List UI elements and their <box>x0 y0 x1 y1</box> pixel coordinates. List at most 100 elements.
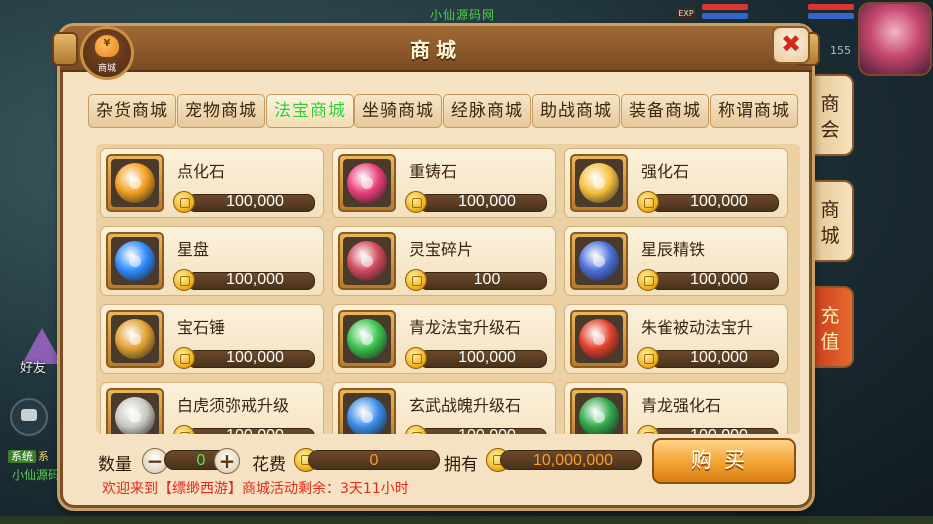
gem-core <box>593 411 605 423</box>
item-icon-frame <box>338 310 396 368</box>
item-icon-bg <box>343 393 391 434</box>
gold-coin-icon <box>405 347 427 369</box>
item-price: 100,000 <box>226 193 284 210</box>
item-icon-bg <box>111 237 159 285</box>
side-tab-mall[interactable]: 商 城 <box>808 180 854 262</box>
buy-button[interactable]: 购买 <box>652 438 796 484</box>
side-tab-guild-shop[interactable]: 商 会 <box>808 74 854 156</box>
item-icon-bg <box>575 159 623 207</box>
item-name: 青龙强化石 <box>641 396 722 415</box>
item-name: 灵宝碎片 <box>409 240 474 259</box>
gem-core <box>361 255 373 267</box>
gold-coin-icon <box>405 269 427 291</box>
item-name: 青龙法宝升级石 <box>409 318 522 337</box>
side-tab-recharge[interactable]: 充 值 <box>808 286 854 368</box>
item-icon-frame <box>570 232 628 290</box>
tab-grocery[interactable]: 杂货商城 <box>88 94 176 128</box>
tab-treasure[interactable]: 法宝商城 <box>266 94 354 128</box>
system-text: 系 <box>38 450 49 463</box>
shop-item[interactable]: 星盘 100,000 <box>100 226 324 296</box>
shop-item[interactable]: 白虎须弥戒升级 100,000 <box>100 382 324 434</box>
item-name: 宝石锤 <box>177 318 226 337</box>
green-dragon-stone-icon <box>579 397 619 434</box>
item-icon-frame <box>570 154 628 212</box>
tab-assist[interactable]: 助战商城 <box>532 94 620 128</box>
side-tab-label-2: 值 <box>820 331 840 353</box>
player-avatar[interactable] <box>858 2 932 76</box>
gem-core <box>593 255 605 267</box>
chongzhu-stone-icon <box>347 163 387 203</box>
item-price: 100,000 <box>690 193 748 210</box>
pet-hp-bar <box>808 4 854 10</box>
item-name: 玄武战魄升级石 <box>409 396 522 415</box>
item-price-bar: 100,000 <box>173 425 315 434</box>
window-title: 商城 <box>410 38 462 62</box>
chat-bubble-icon <box>21 409 37 421</box>
shop-item[interactable]: 玄武战魄升级石 100,000 <box>332 382 556 434</box>
item-name: 重铸石 <box>409 162 458 181</box>
item-icon-frame <box>106 154 164 212</box>
item-icon-frame <box>338 232 396 290</box>
item-price: 100,000 <box>661 425 777 434</box>
item-price-bar: 100 <box>405 269 547 291</box>
shop-item[interactable]: 重铸石 100,000 <box>332 148 556 218</box>
item-icon-bg <box>343 159 391 207</box>
item-price: 100,000 <box>226 349 284 366</box>
item-icon-bg <box>575 237 623 285</box>
item-icon-frame <box>106 310 164 368</box>
star-disc-icon <box>115 241 155 281</box>
red-phoenix-orb-icon <box>579 319 619 359</box>
shop-item[interactable]: 青龙强化石 100,000 <box>564 382 788 434</box>
side-tab-label-1: 商 <box>820 199 840 221</box>
item-price-bar: 100,000 <box>405 191 547 213</box>
item-price: 100 <box>473 271 501 288</box>
item-price-bar: 100,000 <box>637 191 779 213</box>
gem-core <box>129 255 141 267</box>
item-name: 星辰精铁 <box>641 240 706 259</box>
close-button[interactable]: ✖ <box>772 26 810 64</box>
item-price-bar: 100,000 <box>405 347 547 369</box>
side-tab-label-2: 会 <box>820 119 840 141</box>
shop-badge-label: 商城 <box>97 64 116 74</box>
tab-mount[interactable]: 坐骑商城 <box>354 94 442 128</box>
item-price: 100,000 <box>690 271 748 288</box>
item-price: 100,000 <box>429 425 545 434</box>
item-price-bar: 100,000 <box>637 425 779 434</box>
quantity-plus-button[interactable]: + <box>214 448 240 474</box>
event-notice: 欢迎来到【缥缈西游】商城活动剩余：3天11小时 <box>102 481 409 497</box>
item-icon-bg <box>111 315 159 363</box>
gem-core <box>593 177 605 189</box>
shop-item[interactable]: 朱雀被动法宝升 100,000 <box>564 304 788 374</box>
item-icon-bg <box>111 159 159 207</box>
shop-item[interactable]: 灵宝碎片 100 <box>332 226 556 296</box>
item-icon-frame <box>338 154 396 212</box>
gem-core <box>361 333 373 345</box>
shop-item[interactable]: 青龙法宝升级石 100,000 <box>332 304 556 374</box>
tab-equipment[interactable]: 装备商城 <box>621 94 709 128</box>
yen-symbol: ¥ <box>103 38 111 49</box>
quantity-label: 数量 <box>98 455 132 475</box>
item-price: 100,000 <box>458 349 516 366</box>
item-price-bar: 100,000 <box>637 269 779 291</box>
shop-item[interactable]: 点化石 100,000 <box>100 148 324 218</box>
star-iron-icon <box>579 241 619 281</box>
gold-coin-icon <box>173 347 195 369</box>
title-bar: 商城 <box>52 26 820 72</box>
gold-coin-icon <box>637 269 659 291</box>
gold-coin-icon <box>637 191 659 213</box>
shop-item[interactable]: 宝石锤 100,000 <box>100 304 324 374</box>
tab-title[interactable]: 称谓商城 <box>710 94 798 128</box>
purchase-controls: 数量 − 0 + 花费 0 拥有 10,000,000 购买 欢迎来到【缥缈西游… <box>96 438 796 504</box>
bottom-strip <box>0 516 933 524</box>
item-name: 星盘 <box>177 240 210 259</box>
shop-item[interactable]: 强化石 100,000 <box>564 148 788 218</box>
shop-item[interactable]: 星辰精铁 100,000 <box>564 226 788 296</box>
gold-coin-icon <box>637 347 659 369</box>
tab-pet[interactable]: 宠物商城 <box>177 94 265 128</box>
chat-button[interactable] <box>10 398 48 436</box>
side-tab-label-2: 城 <box>820 225 840 247</box>
gem-core <box>361 177 373 189</box>
item-icon-frame <box>106 388 164 434</box>
item-price: 100,000 <box>690 349 748 366</box>
tab-meridian[interactable]: 经脉商城 <box>443 94 531 128</box>
